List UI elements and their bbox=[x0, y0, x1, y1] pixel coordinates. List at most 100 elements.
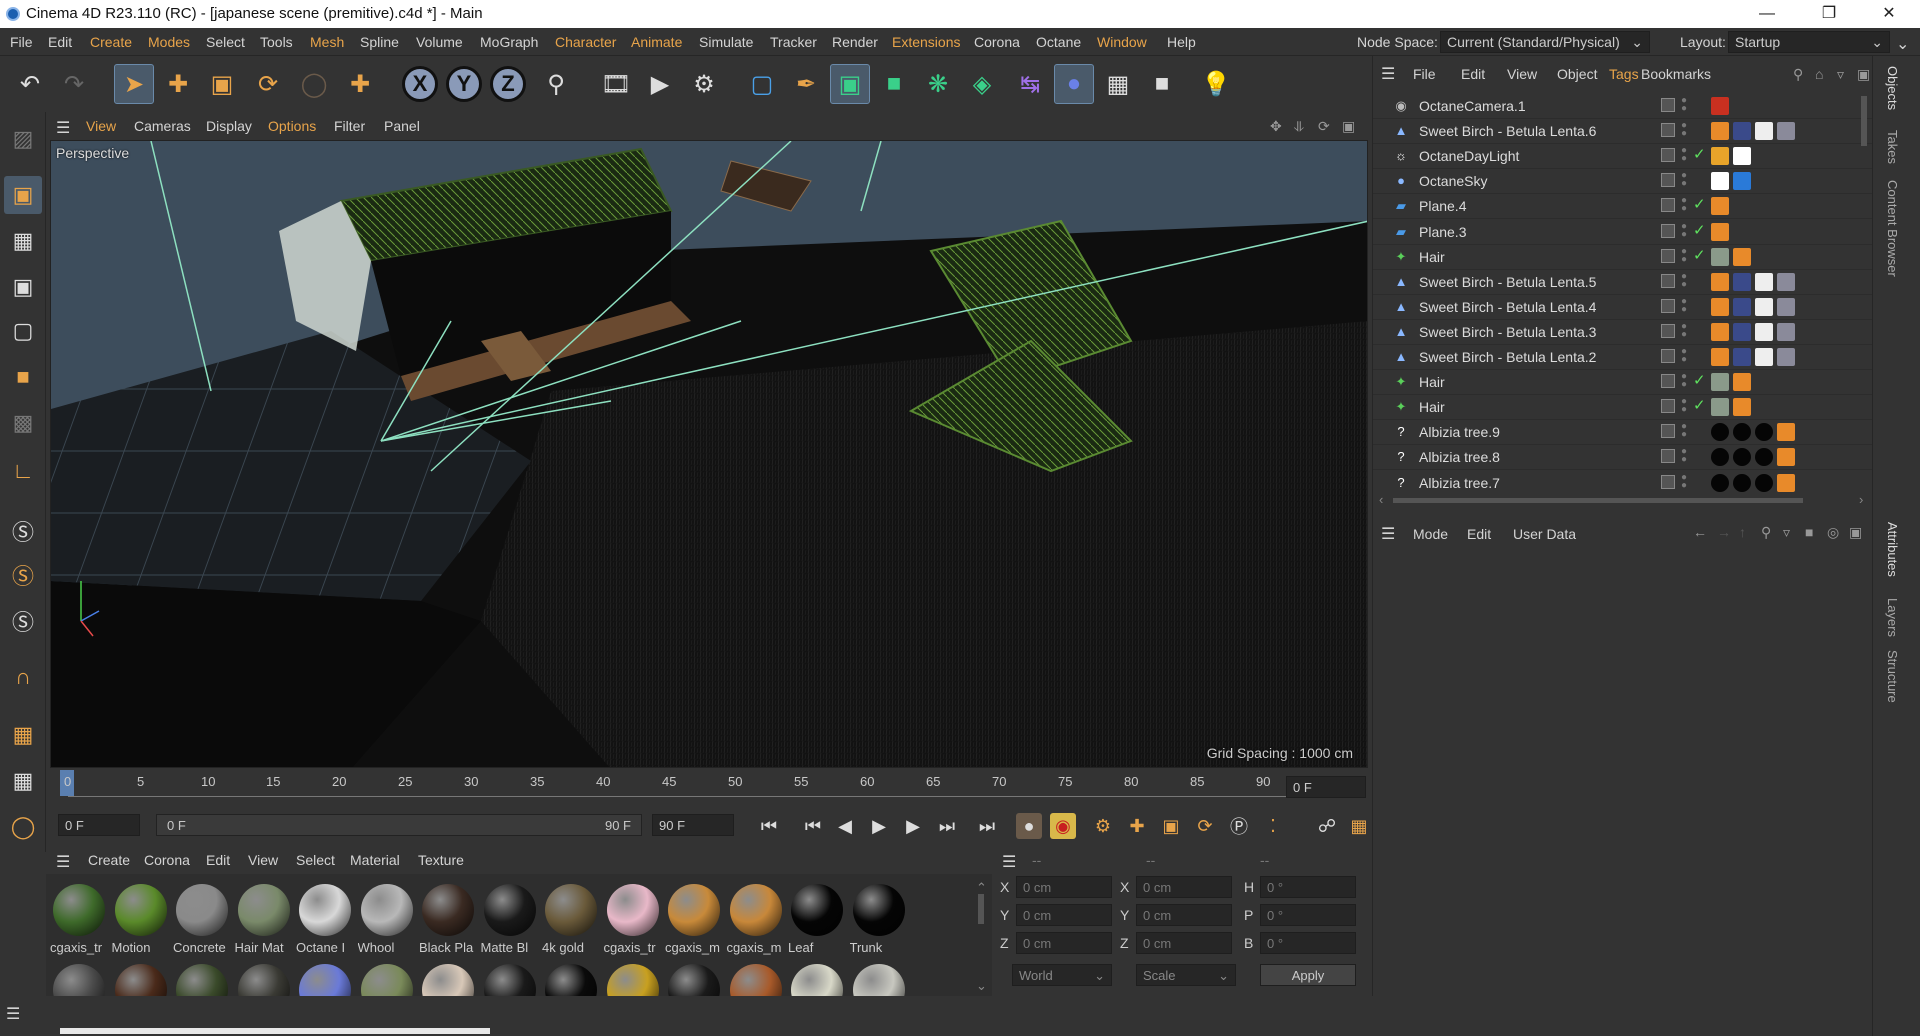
layer-toggle[interactable] bbox=[1661, 474, 1675, 489]
menu-corona[interactable]: Corona bbox=[974, 34, 1020, 50]
rotation-key-icon[interactable]: ⟳ bbox=[1192, 813, 1218, 839]
hamburger-icon[interactable]: ☰ bbox=[1002, 852, 1016, 872]
tab-content-browser[interactable]: Content Browser bbox=[1885, 180, 1900, 277]
filter-icon[interactable]: ▿ bbox=[1783, 524, 1790, 541]
object-tag-icon[interactable] bbox=[1777, 423, 1795, 442]
new-window-icon[interactable]: ▣ bbox=[1849, 524, 1862, 541]
object-row[interactable]: ? Albizia tree.9 ● ● bbox=[1373, 420, 1873, 446]
material-menu-texture[interactable]: Texture bbox=[418, 852, 464, 868]
up-arrow-icon[interactable]: ↑ bbox=[1739, 524, 1746, 540]
object-tag-icon[interactable] bbox=[1777, 473, 1795, 492]
material-swatch[interactable] bbox=[50, 960, 106, 1016]
object-tag-icon[interactable] bbox=[1777, 348, 1795, 366]
maximize-view-icon[interactable]: ▣ bbox=[1342, 118, 1355, 135]
object-tag-icon[interactable] bbox=[1777, 297, 1795, 316]
object-tag-icon[interactable] bbox=[1777, 448, 1795, 467]
field-icon[interactable]: ● bbox=[1054, 64, 1094, 104]
position-x-field[interactable]: 0 cm bbox=[1016, 876, 1112, 898]
visibility-dots[interactable]: ● ● bbox=[1681, 196, 1689, 214]
object-row[interactable]: ✦ Hair ● ● ✓ bbox=[1373, 370, 1873, 396]
material-swatch[interactable]: cgaxis_tr bbox=[50, 880, 106, 956]
position-y-field[interactable]: 0 cm bbox=[1016, 904, 1112, 926]
object-tag-icon[interactable] bbox=[1733, 122, 1751, 141]
menu-help[interactable]: Help bbox=[1167, 34, 1196, 50]
object-menu-edit[interactable]: Edit bbox=[1461, 66, 1485, 82]
visibility-dots[interactable]: ● ● bbox=[1681, 472, 1689, 490]
object-tag-icon[interactable] bbox=[1711, 423, 1729, 442]
object-row[interactable]: ▰ Plane.4 ● ● ✓ bbox=[1373, 194, 1873, 220]
hamburger-icon[interactable]: ☰ bbox=[1381, 64, 1395, 84]
object-tag-icon[interactable] bbox=[1711, 147, 1729, 166]
material-swatch[interactable] bbox=[481, 960, 537, 1016]
frame-range-slider[interactable]: 0 F 90 F bbox=[156, 814, 642, 836]
polygons-mode-icon[interactable]: ■ bbox=[4, 358, 42, 396]
hamburger-icon[interactable]: ☰ bbox=[6, 1004, 20, 1024]
apply-button[interactable]: Apply bbox=[1260, 964, 1356, 986]
visibility-dots[interactable]: ● ● bbox=[1681, 146, 1689, 164]
material-menu-edit[interactable]: Edit bbox=[206, 852, 230, 868]
target-icon[interactable]: ◎ bbox=[1827, 524, 1839, 541]
tab-objects[interactable]: Objects bbox=[1885, 66, 1900, 110]
keyframe-selection-icon[interactable]: ⚙ bbox=[1090, 813, 1116, 839]
visibility-dots[interactable]: ● ● bbox=[1681, 121, 1689, 139]
forward-arrow-icon[interactable]: → bbox=[1717, 524, 1731, 540]
material-swatch[interactable] bbox=[665, 960, 721, 1016]
menu-spline[interactable]: Spline bbox=[360, 34, 399, 50]
deformer-icon[interactable]: ↹ bbox=[1010, 64, 1050, 104]
viewport-menu-cameras[interactable]: Cameras bbox=[134, 118, 191, 134]
object-tag-icon[interactable] bbox=[1711, 348, 1729, 366]
material-swatch[interactable]: Leaf bbox=[788, 880, 844, 956]
x-axis-lock-icon[interactable]: X bbox=[402, 66, 438, 102]
object-tag-icon[interactable] bbox=[1711, 473, 1729, 492]
planar-workplane-icon[interactable]: ◯ bbox=[4, 808, 42, 846]
material-swatch[interactable] bbox=[788, 960, 844, 1016]
workplane-icon[interactable]: ▦ bbox=[4, 716, 42, 754]
layer-toggle[interactable] bbox=[1661, 298, 1675, 313]
tab-layers[interactable]: Layers bbox=[1885, 598, 1900, 637]
layer-toggle[interactable] bbox=[1661, 223, 1675, 238]
object-tag-icon[interactable] bbox=[1777, 272, 1795, 291]
material-swatch[interactable]: Black Pla bbox=[419, 880, 475, 956]
timeline-ruler[interactable]: 0 5 10 15 20 25 30 35 40 45 50 55 60 65 … bbox=[46, 768, 1368, 804]
autokey-icon[interactable]: ◉ bbox=[1050, 813, 1076, 839]
timeline-window-icon[interactable]: ▦ bbox=[1346, 813, 1372, 839]
object-scrollbar[interactable] bbox=[1861, 96, 1867, 146]
menu-create[interactable]: Create bbox=[90, 34, 132, 50]
layer-toggle[interactable] bbox=[1661, 323, 1675, 338]
object-row[interactable]: ◉ OctaneCamera.1 ● ● bbox=[1373, 94, 1873, 119]
selection-tool-icon[interactable]: ➤ bbox=[114, 64, 154, 104]
material-menu-view[interactable]: View bbox=[248, 852, 278, 868]
object-tag-icon[interactable] bbox=[1711, 272, 1729, 291]
uv-mode-icon[interactable]: ▩ bbox=[4, 404, 42, 442]
material-menu-create[interactable]: Create bbox=[88, 852, 130, 868]
material-swatch[interactable]: 4k gold bbox=[542, 880, 598, 956]
tab-attributes[interactable]: Attributes bbox=[1885, 522, 1900, 577]
object-tag-icon[interactable] bbox=[1733, 147, 1751, 166]
move-tool-icon[interactable]: ✚ bbox=[158, 64, 198, 104]
object-tag-icon[interactable] bbox=[1733, 398, 1751, 417]
object-tag-icon[interactable] bbox=[1733, 373, 1751, 392]
home-icon[interactable]: ⌂ bbox=[1815, 66, 1823, 82]
subdivision-icon[interactable]: ▣ bbox=[830, 64, 870, 104]
extrude-icon[interactable]: ■ bbox=[874, 64, 914, 104]
viewport-menu-options[interactable]: Options bbox=[268, 118, 316, 134]
layer-toggle[interactable] bbox=[1661, 273, 1675, 288]
undo-icon[interactable]: ↶ bbox=[10, 64, 50, 104]
viewport-menu-display[interactable]: Display bbox=[206, 118, 252, 134]
position-key-icon[interactable]: ✚ bbox=[1124, 813, 1150, 839]
object-tag-icon[interactable] bbox=[1755, 322, 1773, 341]
material-swatch[interactable] bbox=[727, 960, 783, 1016]
model-mode-icon[interactable]: ▣ bbox=[4, 176, 42, 214]
previous-key-icon[interactable]: ⏮ bbox=[800, 813, 826, 839]
points-mode-icon[interactable]: ▣ bbox=[4, 268, 42, 306]
close-icon[interactable]: ✕ bbox=[1866, 2, 1912, 26]
object-row[interactable]: ● OctaneSky ● ● bbox=[1373, 169, 1873, 195]
layer-toggle[interactable] bbox=[1661, 123, 1675, 138]
visibility-dots[interactable]: ● ● bbox=[1681, 422, 1689, 440]
material-menu-material[interactable]: Material bbox=[350, 852, 400, 868]
layout-dropdown[interactable]: Startup ⌄ bbox=[1728, 31, 1890, 53]
menu-tools[interactable]: Tools bbox=[260, 34, 293, 50]
material-swatch[interactable]: Hair Mat bbox=[235, 880, 291, 956]
make-editable-icon[interactable]: ▨ bbox=[4, 120, 42, 158]
redo-icon[interactable]: ↷ bbox=[54, 64, 94, 104]
